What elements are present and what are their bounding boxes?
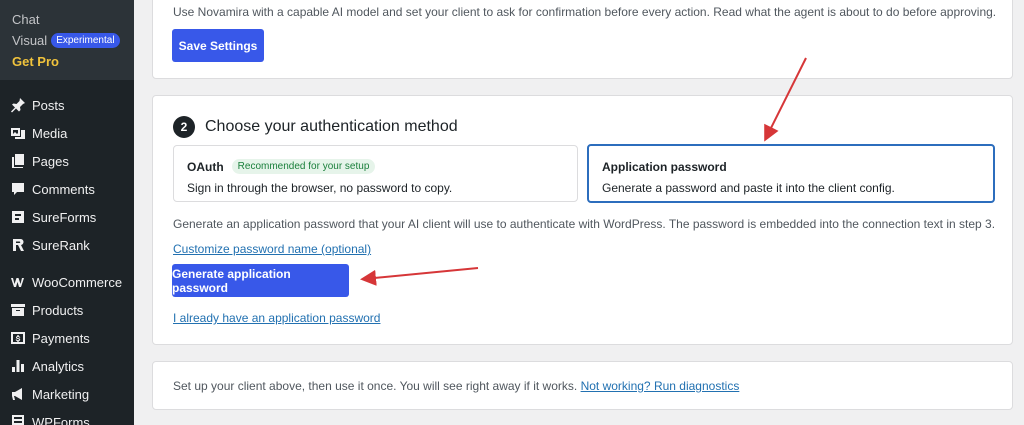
sureforms-icon [10,209,26,225]
sidebar-item-pages[interactable]: Pages [0,147,134,175]
diagnostics-card: Set up your client above, then use it on… [152,361,1013,410]
submenu-label: Visual [12,33,48,48]
oauth-option-title: OAuth [187,159,224,174]
bar-chart-icon [10,358,26,374]
sidebar-item-label: WPForms [32,414,90,425]
admin-sidebar: Chat Visual Experimental Get Pro Posts Me… [0,0,134,425]
sidebar-item-label: SureForms [32,209,97,225]
megaphone-icon [10,386,26,402]
comment-icon [10,181,26,197]
run-diagnostics-link[interactable]: Not working? Run diagnostics [581,379,740,393]
sidebar-item-marketing[interactable]: Marketing [0,380,134,408]
oauth-option[interactable]: OAuth Recommended for your setup Sign in… [173,145,578,202]
pages-icon [10,153,26,169]
app-password-option-desc: Generate a password and paste it into th… [602,181,895,195]
sidebar-item-posts[interactable]: Posts [0,91,134,119]
customize-password-name-link[interactable]: Customize password name (optional) [173,242,371,256]
sidebar-item-label: Posts [32,97,65,113]
sidebar-item-media[interactable]: Media [0,119,134,147]
media-icon [10,125,26,141]
submenu-item-visual[interactable]: Visual Experimental [0,30,134,51]
sidebar-item-payments[interactable]: Payments [0,324,134,352]
auth-method-card: 2 Choose your authentication method OAut… [152,95,1013,345]
generate-app-password-button[interactable]: Generate application password [172,264,349,297]
sidebar-item-surerank[interactable]: SureRank [0,231,134,259]
admin-menu: Posts Media Pages Comments SureForms Sur… [0,80,134,425]
save-settings-button[interactable]: Save Settings [172,29,264,62]
surerank-icon [10,237,26,253]
have-app-password-link[interactable]: I already have an application password [173,311,380,325]
app-password-option[interactable]: Application password Generate a password… [587,144,995,203]
sidebar-item-label: Comments [32,181,95,197]
sidebar-item-analytics[interactable]: Analytics [0,352,134,380]
submenu-label: Get Pro [12,54,59,69]
section-title: Choose your authentication method [205,118,458,135]
sidebar-item-wpforms[interactable]: WPForms [0,408,134,425]
recommended-badge: Recommended for your setup [231,159,376,174]
sidebar-item-label: WooCommerce [32,274,123,290]
submenu-label: Chat [12,12,40,27]
sidebar-item-woocommerce[interactable]: WooCommerce [0,268,134,296]
dollar-icon [10,330,26,346]
submenu-item-chat[interactable]: Chat [0,9,134,30]
sidebar-item-products[interactable]: Products [0,296,134,324]
sidebar-item-label: Marketing [32,386,90,402]
plugin-submenu: Chat Visual Experimental Get Pro [0,0,134,80]
app-password-option-title: Application password [602,159,727,174]
diagnostics-text: Set up your client above, then use it on… [173,379,578,393]
archive-icon [10,302,26,318]
sidebar-item-sureforms[interactable]: SureForms [0,203,134,231]
oauth-option-desc: Sign in through the browser, no password… [187,181,453,195]
safety-settings-card: Use Novamira with a capable AI model and… [152,0,1013,79]
submenu-item-get-pro[interactable]: Get Pro [0,51,134,72]
sidebar-item-label: Analytics [32,358,85,374]
sidebar-item-label: Pages [32,153,69,169]
sidebar-item-comments[interactable]: Comments [0,175,134,203]
woocommerce-icon [10,274,26,290]
sidebar-item-label: Media [32,125,68,141]
pin-icon [10,97,26,113]
step-number: 2 [173,116,195,138]
sidebar-item-label: Products [32,302,84,318]
sidebar-item-label: Payments [32,330,90,346]
experimental-badge: Experimental [51,33,120,48]
app-password-help: Generate an application password that yo… [173,217,996,231]
forms-icon [10,414,26,425]
safety-note: Use Novamira with a capable AI model and… [173,5,997,19]
sidebar-item-label: SureRank [32,237,90,253]
